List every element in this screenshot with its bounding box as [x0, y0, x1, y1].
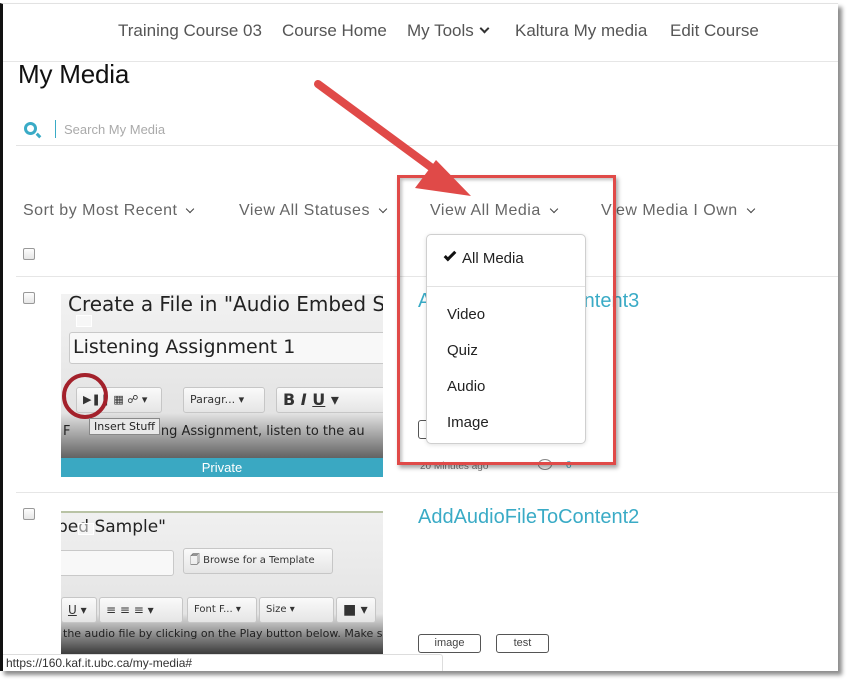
- annotation-arrow-icon: [314, 80, 471, 196]
- arrow-shaft: [314, 80, 447, 180]
